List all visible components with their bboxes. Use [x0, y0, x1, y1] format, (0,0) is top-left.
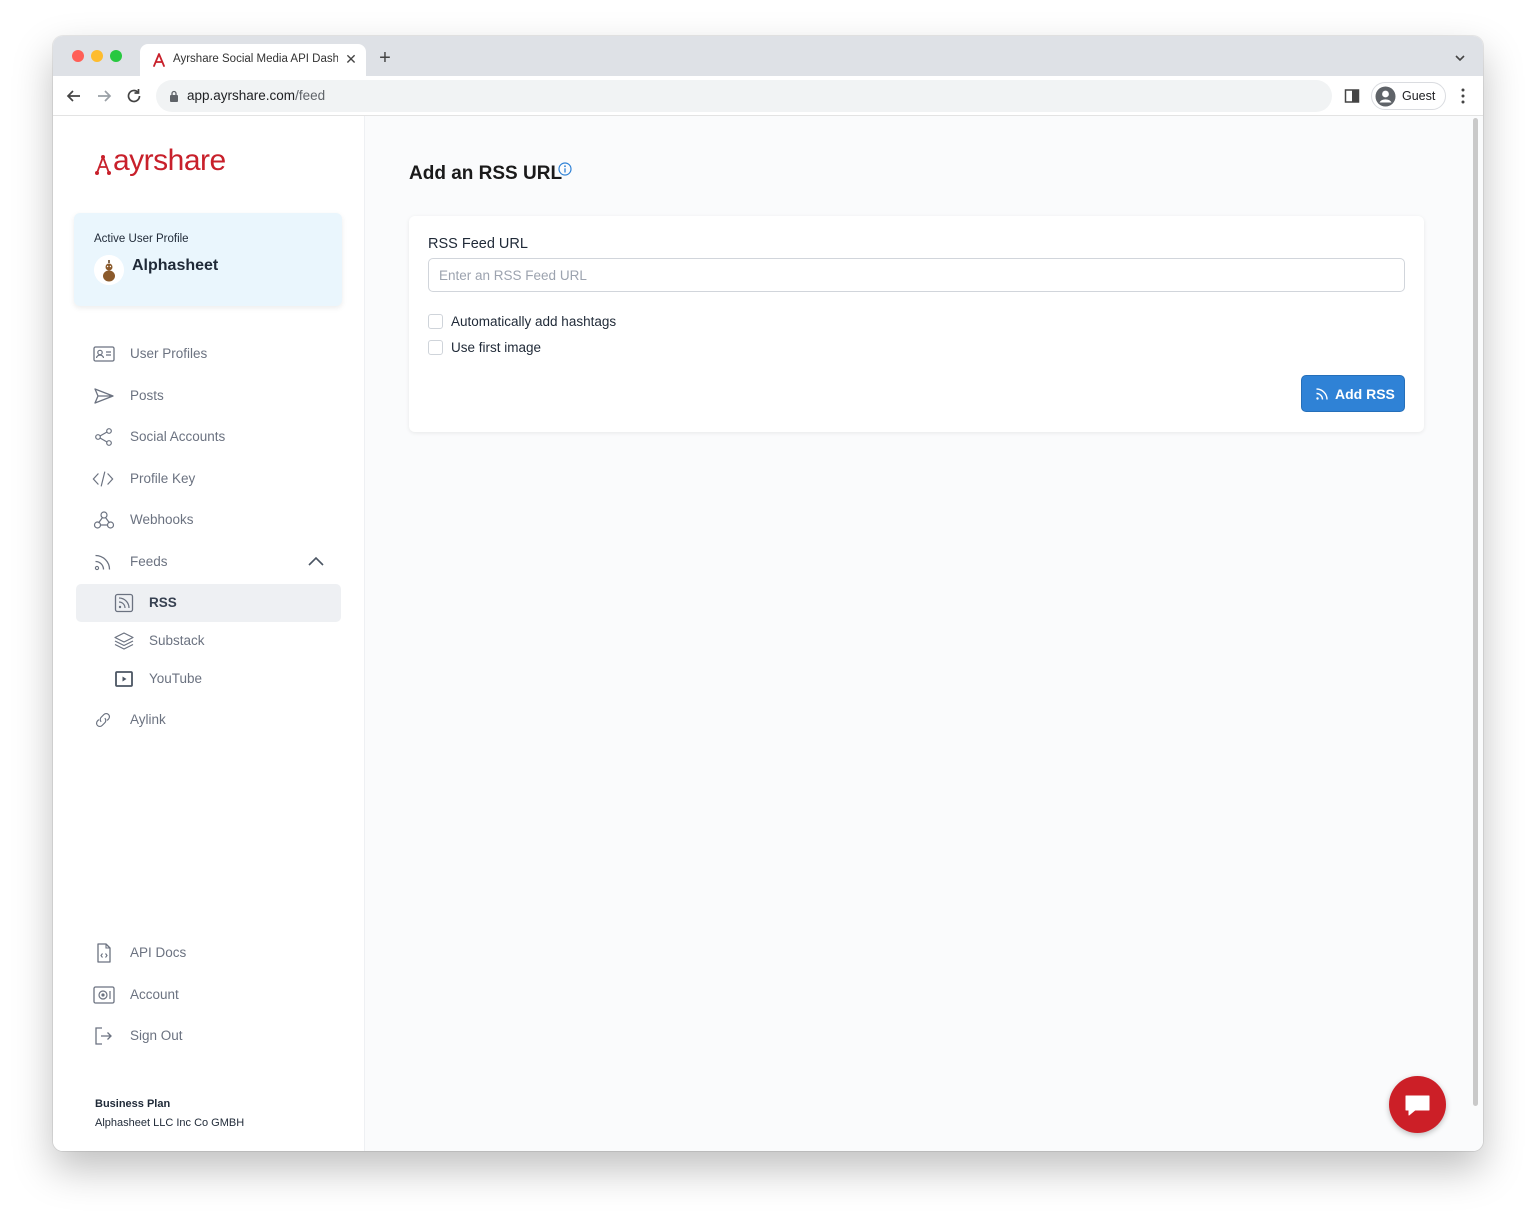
forward-arrow-icon[interactable]	[94, 86, 114, 106]
new-tab-button[interactable]: +	[375, 48, 395, 68]
logo-text: ayrshare	[113, 144, 226, 177]
chat-icon	[1405, 1095, 1430, 1116]
sidebar-item-profile-key[interactable]: Profile Key	[75, 460, 341, 498]
sidebar-item-api-docs[interactable]: API Docs	[75, 934, 341, 972]
more-options-icon[interactable]	[1457, 87, 1469, 105]
nav-label: Sign Out	[130, 1028, 183, 1043]
browser-toolbar: app.ayrshare.com/feed Guest	[53, 76, 1483, 116]
nav-label: Feeds	[130, 554, 168, 569]
reload-icon[interactable]	[124, 86, 144, 106]
side-panel-icon[interactable]	[1344, 88, 1360, 104]
webhook-icon	[93, 511, 115, 529]
sidebar-item-aylink[interactable]: Aylink	[75, 701, 341, 739]
layers-icon	[114, 632, 134, 650]
document-icon	[97, 943, 111, 963]
sidebar-item-sign-out[interactable]: Sign Out	[75, 1017, 341, 1055]
first-image-checkbox[interactable]	[428, 340, 443, 355]
nav-label: Posts	[130, 388, 164, 403]
hashtags-checkbox-label[interactable]: Automatically add hashtags	[451, 314, 616, 329]
share-icon	[95, 428, 112, 446]
sidebar-item-user-profiles[interactable]: User Profiles	[75, 335, 341, 373]
scroll-thumb[interactable]	[1473, 118, 1478, 1106]
page-scrollbar[interactable]	[1471, 118, 1479, 1148]
nav-label: YouTube	[149, 671, 203, 686]
first-image-checkbox-label[interactable]: Use first image	[451, 340, 541, 355]
rss-icon	[94, 554, 111, 571]
add-rss-button[interactable]: Add RSS	[1301, 375, 1405, 412]
page-title: Add an RSS URL	[409, 163, 563, 184]
hashtags-checkbox[interactable]	[428, 314, 443, 329]
sidebar-item-social-accounts[interactable]: Social Accounts	[75, 418, 341, 456]
profile-button[interactable]: Guest	[1371, 82, 1446, 110]
lock-icon	[170, 90, 178, 102]
rss-square-icon	[114, 593, 134, 613]
rss-icon	[1316, 388, 1328, 400]
nav-label: RSS	[149, 595, 177, 610]
url-text: app.ayrshare.com/feed	[187, 88, 325, 103]
sidebar-item-posts[interactable]: Posts	[75, 377, 341, 415]
rss-feed-url-input[interactable]	[428, 258, 1405, 292]
rss-feed-url-label: RSS Feed URL	[428, 236, 528, 252]
sidebar-item-substack[interactable]: Substack	[76, 622, 341, 660]
tab-close-icon[interactable]: ✕	[343, 51, 359, 67]
rss-form-card: RSS Feed URL Automatically add hashtags …	[409, 216, 1424, 432]
sidebar-item-webhooks[interactable]: Webhooks	[75, 501, 341, 539]
chevron-up-icon[interactable]	[307, 555, 325, 567]
youtube-icon	[115, 671, 133, 687]
close-window-button[interactable]	[72, 50, 84, 62]
sidebar: ayrshare Active User Profile Alphasheet	[53, 116, 365, 1151]
sidebar-item-feeds[interactable]: Feeds	[75, 543, 341, 581]
nav-label: Profile Key	[130, 471, 196, 486]
nav-label: Account	[130, 987, 179, 1002]
active-profile-card[interactable]: Active User Profile Alphasheet	[74, 213, 342, 306]
sign-out-icon	[95, 1027, 112, 1045]
chat-button[interactable]	[1389, 1076, 1446, 1133]
nav-label: API Docs	[130, 945, 187, 960]
plan-organization: Alphasheet LLC Inc Co GMBH	[95, 1117, 245, 1129]
url-path: /feed	[295, 88, 326, 103]
nav-label: Substack	[149, 633, 205, 648]
back-arrow-icon[interactable]	[64, 86, 84, 106]
tab-search-chevron-icon[interactable]	[1453, 51, 1467, 65]
code-icon	[92, 471, 114, 487]
zoom-window-button[interactable]	[110, 50, 122, 62]
add-rss-button-label: Add RSS	[1335, 386, 1395, 402]
nav-label: User Profiles	[130, 346, 208, 361]
nav-label: Webhooks	[130, 512, 194, 527]
profile-name: Alphasheet	[132, 257, 219, 274]
tab-strip: Ayrshare Social Media API Dashboard ✕ +	[53, 36, 1483, 76]
tab-title: Ayrshare Social Media API Dashboard	[173, 53, 338, 65]
send-icon	[94, 388, 114, 404]
sidebar-item-youtube[interactable]: YouTube	[76, 660, 341, 698]
link-icon	[95, 712, 111, 728]
guest-avatar-icon	[1375, 86, 1396, 107]
info-icon[interactable]	[558, 162, 572, 176]
profile-avatar	[94, 255, 124, 285]
sidebar-item-rss[interactable]: RSS	[76, 584, 341, 622]
nav-label: Aylink	[130, 712, 166, 727]
address-bar[interactable]: app.ayrshare.com/feed	[156, 80, 1332, 112]
page-content: ayrshare Active User Profile Alphasheet	[53, 116, 1483, 1151]
sidebar-item-account[interactable]: Account	[75, 976, 341, 1014]
plan-title: Business Plan	[95, 1098, 171, 1110]
url-host: app.ayrshare.com	[187, 88, 296, 103]
account-icon	[93, 986, 115, 1004]
browser-window: Ayrshare Social Media API Dashboard ✕ + …	[53, 36, 1483, 1151]
minimize-window-button[interactable]	[91, 50, 103, 62]
browser-tab[interactable]: Ayrshare Social Media API Dashboard ✕	[140, 44, 366, 76]
profile-caption: Active User Profile	[94, 233, 189, 245]
nav-label: Social Accounts	[130, 429, 226, 444]
ayrshare-favicon-icon	[153, 53, 165, 67]
ayrshare-logo-icon	[95, 155, 111, 175]
guest-label: Guest	[1402, 89, 1436, 103]
user-profiles-icon	[93, 346, 115, 362]
